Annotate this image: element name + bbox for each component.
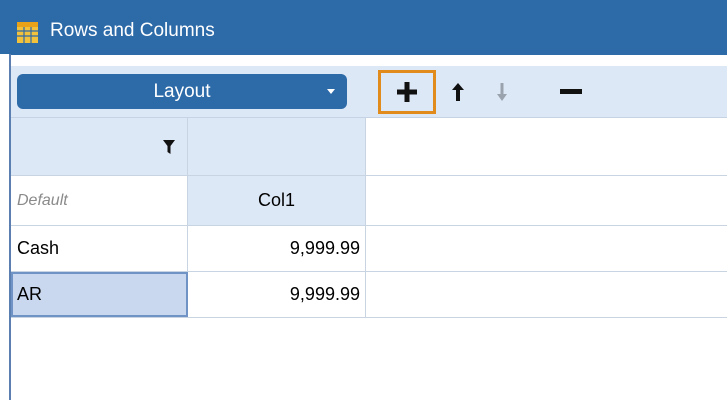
column-header-col1[interactable]: Col1 (188, 176, 366, 225)
remove-row-button[interactable] (546, 70, 596, 114)
empty-cell (366, 272, 727, 317)
header-row: Default Col1 (11, 176, 727, 226)
arrow-down-icon (497, 83, 507, 101)
minus-icon (560, 89, 582, 94)
value-cell[interactable]: 9,999.99 (188, 226, 366, 271)
grid-icon (17, 22, 38, 43)
move-down-button[interactable] (480, 70, 524, 114)
row-label-cell-selected[interactable]: AR (11, 272, 188, 317)
empty-cell (366, 226, 727, 271)
row-label-cell[interactable]: Cash (11, 226, 188, 271)
row-label: Cash (17, 238, 60, 258)
table-row[interactable]: Cash 9,999.99 (11, 226, 727, 272)
add-row-button[interactable] (378, 70, 436, 114)
filter-cell[interactable] (11, 118, 188, 175)
layout-label: Layout (153, 81, 211, 102)
default-label-cell: Default (11, 176, 188, 225)
plus-icon (397, 82, 417, 102)
row-value: 9,999.99 (289, 238, 360, 258)
empty-cell (366, 176, 727, 225)
toolbar: Layout (11, 66, 727, 118)
rows-and-columns-window: Rows and Columns Layout Default Col1 Cas… (0, 0, 727, 400)
value-cell[interactable]: 9,999.99 (188, 272, 366, 317)
chevron-down-icon (327, 89, 335, 94)
row-value: 9,999.99 (289, 284, 360, 304)
arrow-up-icon (452, 83, 464, 101)
table-row[interactable]: AR 9,999.99 (11, 272, 727, 318)
layout-dropdown[interactable]: Layout (17, 74, 347, 109)
row-label: AR (17, 284, 43, 304)
title-bar: Rows and Columns (0, 0, 727, 55)
filter-cell-col1[interactable] (188, 118, 366, 175)
move-up-button[interactable] (436, 70, 480, 114)
column-header-label: Col1 (257, 190, 296, 210)
filter-icon (163, 139, 175, 154)
empty-cell (366, 118, 727, 175)
left-panel-border (0, 54, 11, 400)
default-label: Default (17, 191, 68, 209)
filter-row (11, 118, 727, 176)
window-title: Rows and Columns (50, 20, 215, 41)
